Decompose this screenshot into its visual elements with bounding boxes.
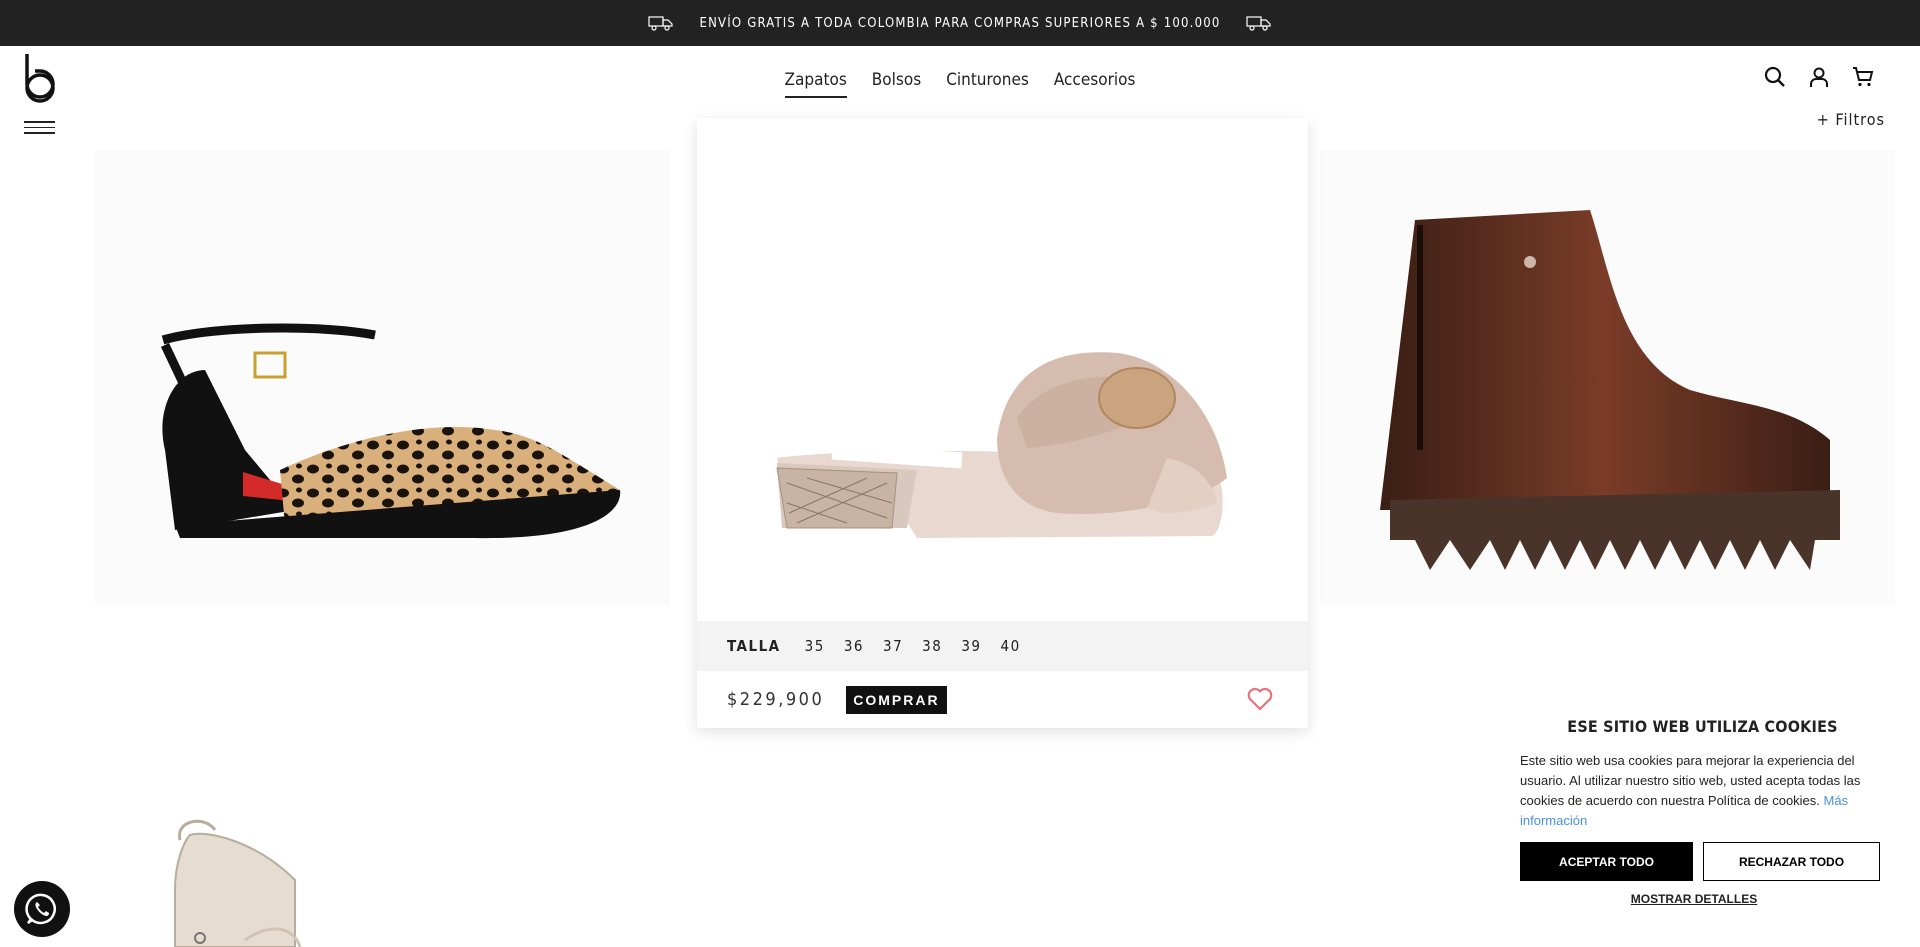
size-option[interactable]: 40 (1001, 637, 1021, 655)
size-option[interactable]: 38 (922, 637, 942, 655)
size-option[interactable]: 37 (883, 637, 903, 655)
product-image (174, 819, 302, 947)
search-icon[interactable] (1764, 66, 1786, 88)
nav-item-bolsos[interactable]: Bolsos (872, 70, 921, 98)
accept-all-button[interactable]: ACEPTAR TODO (1520, 842, 1693, 881)
menu-button[interactable] (24, 121, 55, 135)
truck-icon (1246, 16, 1272, 31)
product-card-slide-sandal[interactable]: TALLA 35 36 37 38 39 40 $229,900 COMPRAR (697, 118, 1308, 728)
site-header: Zapatos Bolsos Cinturones Accesorios (0, 46, 1920, 134)
product-image (160, 323, 621, 539)
announcement-bar: ENVÍO GRATIS A TODA COLOMBIA PARA COMPRA… (0, 0, 1920, 46)
truck-icon (647, 16, 673, 31)
reject-all-button[interactable]: RECHAZAR TODO (1703, 842, 1880, 881)
size-selector: TALLA 35 36 37 38 39 40 (697, 621, 1308, 671)
nav-item-cinturones[interactable]: Cinturones (946, 70, 1029, 98)
buy-row: $229,900 COMPRAR (697, 671, 1308, 728)
filters-button[interactable]: + Filtros (1817, 110, 1885, 129)
product-card-sneaker[interactable] (95, 800, 675, 947)
shipping-message: ENVÍO GRATIS A TODA COLOMBIA PARA COMPRA… (699, 15, 1221, 31)
nav-item-zapatos[interactable]: Zapatos (784, 70, 847, 98)
size-option[interactable]: 36 (844, 637, 864, 655)
product-card-leopard-flat[interactable] (95, 150, 675, 610)
size-option[interactable]: 35 (805, 637, 825, 655)
cookie-title: ESE SITIO WEB UTILIZA COOKIES (1567, 717, 1838, 736)
user-icon[interactable] (1808, 66, 1830, 88)
whatsapp-icon (25, 893, 56, 925)
product-image (697, 118, 1308, 621)
header-icons (1764, 66, 1874, 88)
cookie-buttons: ACEPTAR TODO RECHAZAR TODO (1520, 842, 1885, 881)
nav-item-accesorios[interactable]: Accesorios (1054, 70, 1136, 98)
product-price: $229,900 (727, 689, 825, 710)
cookie-consent-panel: ESE SITIO WEB UTILIZA COOKIES Este sitio… (1500, 705, 1905, 947)
buy-button[interactable]: COMPRAR (846, 685, 947, 714)
size-label: TALLA (727, 637, 781, 655)
product-card-brown-boot[interactable] (1320, 150, 1900, 610)
cookie-body: Este sitio web usa cookies para mejorar … (1520, 753, 1861, 808)
product-image (1380, 210, 1840, 570)
size-option[interactable]: 39 (961, 637, 981, 655)
whatsapp-button[interactable] (14, 881, 70, 937)
show-details-link[interactable]: MOSTRAR DETALLES (1503, 892, 1885, 906)
cart-icon[interactable] (1852, 66, 1874, 88)
cookie-text: Este sitio web usa cookies para mejorar … (1520, 751, 1885, 831)
heart-icon[interactable] (1247, 687, 1273, 711)
main-nav: Zapatos Bolsos Cinturones Accesorios (0, 70, 1920, 98)
